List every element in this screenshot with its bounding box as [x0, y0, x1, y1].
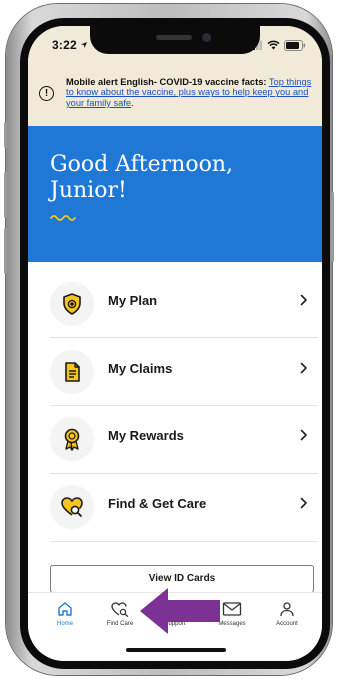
- menu-item-label: My Claims: [108, 361, 173, 376]
- menu-item-find-get-care[interactable]: Find & Get Care: [28, 473, 322, 540]
- menu-item-label: Find & Get Care: [108, 496, 207, 511]
- menu-icon-bg: [50, 282, 94, 326]
- person-icon: [280, 602, 294, 617]
- camera-icon: [202, 33, 211, 42]
- tab-label: Home: [56, 621, 73, 627]
- alert-icon: !: [39, 86, 54, 101]
- home-indicator[interactable]: [126, 648, 226, 652]
- location-arrow-icon: [81, 42, 87, 48]
- covid-alert-banner: ! Mobile alert English- COVID-19 vaccine…: [28, 66, 322, 126]
- alert-text: Mobile alert English- COVID-19 vaccine f…: [66, 77, 318, 108]
- squiggle-decoration: [50, 215, 76, 221]
- chevron-right-icon: [300, 362, 307, 374]
- menu-item-my-claims[interactable]: My Claims: [28, 338, 322, 405]
- status-bar: 3:22: [28, 26, 322, 66]
- volume-down-button: [4, 228, 7, 274]
- tab-home[interactable]: Home: [36, 597, 94, 637]
- menu-item-my-plan[interactable]: My Plan: [28, 270, 322, 337]
- menu-item-label: My Rewards: [108, 428, 184, 443]
- tab-account[interactable]: Account: [258, 597, 316, 637]
- power-button: [331, 192, 334, 262]
- chevron-right-icon: [300, 497, 307, 509]
- notch: [90, 26, 260, 54]
- award-ribbon-icon: [64, 428, 80, 451]
- greeting-banner: Good Afternoon, Junior!: [28, 126, 322, 262]
- heart-search-icon: [61, 497, 83, 517]
- menu-item-label: My Plan: [108, 293, 158, 308]
- battery-icon: [284, 39, 306, 51]
- home-icon: [58, 602, 72, 616]
- volume-up-button: [4, 172, 7, 218]
- greeting-title: Good Afternoon, Junior!: [50, 152, 233, 203]
- chevron-right-icon: [300, 429, 307, 441]
- chevron-right-icon: [300, 294, 307, 306]
- menu-icon-bg: [50, 350, 94, 394]
- status-time: 3:22: [52, 38, 77, 52]
- arrow-pointer-annotation: [140, 588, 220, 634]
- shield-icon: [63, 293, 81, 315]
- heart-search-icon: [111, 602, 129, 617]
- mail-icon: [222, 602, 242, 616]
- speaker-grille: [156, 35, 192, 40]
- app-screen: 3:22 ! Mobile alert English- COVID-19 va…: [28, 26, 322, 661]
- menu-icon-bg: [50, 485, 94, 529]
- mute-switch: [4, 122, 7, 148]
- alert-lead: Mobile alert English- COVID-19 vaccine f…: [66, 77, 267, 87]
- document-icon: [65, 362, 80, 382]
- tab-label: Account: [276, 621, 298, 627]
- menu-icon-bg: [50, 417, 94, 461]
- menu-item-my-rewards[interactable]: My Rewards: [28, 405, 322, 472]
- wifi-icon: [267, 40, 280, 50]
- alert-trail: .: [131, 97, 134, 108]
- divider: [50, 541, 318, 542]
